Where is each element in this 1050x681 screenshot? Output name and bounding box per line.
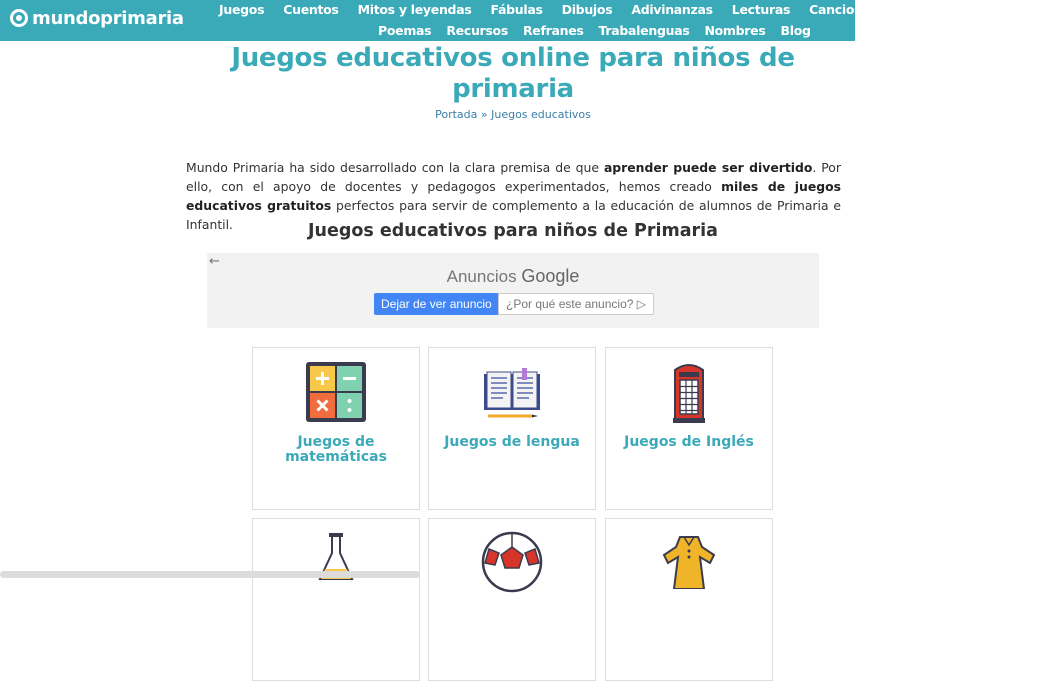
horizontal-scrollbar[interactable]	[0, 571, 420, 578]
nav-item-adivinanzas[interactable]: Adivinanzas	[631, 2, 713, 17]
site-name: mundoprimaria	[32, 7, 184, 29]
nav-item-canciones[interactable]: Canciones	[809, 2, 878, 17]
card-label: Juegos de matemáticas	[285, 434, 387, 465]
open-book-icon	[484, 368, 540, 418]
card-lengua[interactable]: Juegos de lengua	[428, 347, 596, 510]
nav-row-secondary: Poemas Recursos Refranes Trabalenguas No…	[378, 23, 826, 38]
logo-icon	[10, 9, 28, 27]
dress-icon	[662, 536, 716, 589]
nav-item-cuentos[interactable]: Cuentos	[283, 2, 339, 17]
breadcrumb-home-link[interactable]: Portada	[435, 108, 477, 121]
nav-item-juegos[interactable]: Juegos	[219, 2, 265, 17]
ad-label: Anuncios	[446, 267, 517, 286]
ad-stop-button[interactable]: Dejar de ver anuncio	[374, 293, 499, 315]
card-vestido[interactable]	[605, 518, 773, 681]
card-deportes[interactable]	[428, 518, 596, 681]
intro-bold-1: aprender puede ser divertido	[603, 160, 813, 175]
card-label: Juegos de Inglés	[624, 434, 754, 450]
site-logo[interactable]: mundoprimaria	[10, 6, 184, 30]
card-ciencias[interactable]	[252, 518, 420, 681]
calculator-icon	[306, 362, 366, 422]
ad-brand: Google	[521, 266, 580, 286]
breadcrumb-separator: »	[477, 108, 492, 121]
card-label: Juegos de lengua	[444, 434, 580, 450]
nav-item-mitos[interactable]: Mitos y leyendas	[358, 2, 472, 17]
card-matematicas[interactable]: Juegos de matemáticas	[252, 347, 420, 510]
ad-title: Anuncios Google	[207, 266, 819, 287]
nav-item-trabalenguas[interactable]: Trabalenguas	[599, 23, 690, 38]
ad-banner: ← Anuncios Google Dejar de ver anuncio ¿…	[207, 253, 819, 328]
page-title: Juegos educativos online para niños de p…	[231, 43, 795, 104]
nav-row-primary: Juegos Cuentos Mitos y leyendas Fábulas …	[219, 2, 897, 17]
nav-item-dibujos[interactable]: Dibujos	[562, 2, 613, 17]
breadcrumb: Portada » Juegos educativos	[186, 108, 840, 121]
nav-item-blog[interactable]: Blog	[780, 23, 810, 38]
ad-why-button[interactable]: ¿Por qué este anuncio? ▷	[498, 293, 654, 315]
nav-item-nombres[interactable]: Nombres	[704, 23, 765, 38]
top-navbar: mundoprimaria Juegos Cuentos Mitos y ley…	[0, 0, 878, 41]
nav-item-recursos[interactable]: Recursos	[446, 23, 508, 38]
nav-item-fabulas[interactable]: Fábulas	[490, 2, 542, 17]
section-title: Juegos educativos para niños de Primaria	[308, 221, 718, 241]
breadcrumb-current: Juegos educativos	[491, 108, 591, 121]
nav-item-refranes[interactable]: Refranes	[523, 23, 584, 38]
nav-item-lecturas[interactable]: Lecturas	[732, 2, 791, 17]
soccer-ball-icon	[481, 531, 543, 593]
nav-item-poemas[interactable]: Poemas	[378, 23, 432, 38]
phone-booth-icon	[673, 364, 705, 423]
card-ingles[interactable]: Juegos de Inglés	[605, 347, 773, 510]
intro-text-1: Mundo Primaria ha sido desarrollado con …	[186, 160, 604, 175]
